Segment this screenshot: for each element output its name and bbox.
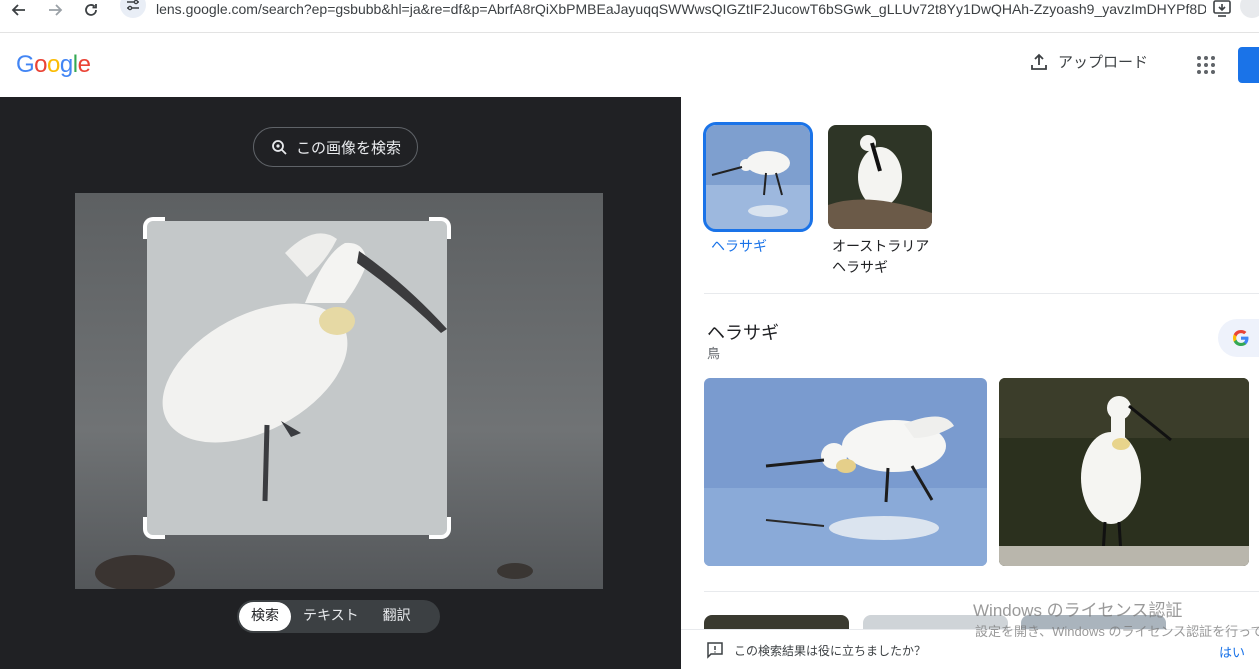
result-thumbnail-royal-spoonbill[interactable] bbox=[828, 125, 932, 229]
search-this-image-button[interactable]: この画像を検索 bbox=[253, 127, 419, 167]
browser-toolbar: lens.google.com/search?ep=gsbubb&hl=ja&r… bbox=[0, 0, 1259, 33]
crop-handle-top-left[interactable] bbox=[143, 217, 165, 239]
arrow-left-icon bbox=[11, 4, 25, 16]
windows-activation-subtitle: 設定を開き、Windows のライセンス認証を行って bbox=[975, 624, 1259, 639]
logo-letter: o bbox=[47, 51, 60, 78]
mode-translate-tab[interactable]: 翻訳 bbox=[371, 602, 423, 631]
entity-title: ヘラサギ bbox=[707, 323, 779, 344]
upload-icon bbox=[1031, 53, 1047, 70]
sign-in-button[interactable] bbox=[1238, 47, 1259, 83]
logo-letter: G bbox=[16, 51, 35, 78]
spoonbill-wading-image bbox=[704, 378, 987, 566]
lens-header: Google アップロード bbox=[0, 33, 1259, 97]
crop-handle-bottom-right[interactable] bbox=[429, 517, 451, 539]
install-app-icon[interactable] bbox=[1212, 0, 1232, 18]
results-pane: ヘラサギ オーストラリアヘラサギ ヘラサギ 鳥 この検索結果は役に立ちましたか？… bbox=[681, 97, 1259, 669]
reload-button[interactable] bbox=[78, 0, 104, 20]
logo-letter: e bbox=[77, 51, 91, 78]
result-thumbnail-spoonbill[interactable] bbox=[703, 122, 813, 232]
arrow-right-icon bbox=[49, 4, 63, 16]
crop-handle-bottom-left[interactable] bbox=[143, 517, 165, 539]
upload-button[interactable]: アップロード bbox=[1030, 51, 1148, 72]
address-bar[interactable]: lens.google.com/search?ep=gsbubb&hl=ja&r… bbox=[156, 0, 1206, 18]
reload-icon bbox=[85, 4, 97, 16]
royal-spoonbill-thumb-image bbox=[828, 125, 932, 229]
entity-subtitle: 鳥 bbox=[707, 347, 721, 362]
upload-label: アップロード bbox=[1058, 53, 1149, 71]
thumbnail-label-spoonbill[interactable]: ヘラサギ bbox=[711, 237, 821, 258]
spoonbill-thumb-image bbox=[706, 125, 810, 229]
apps-grid-icon[interactable] bbox=[1196, 55, 1216, 75]
logo-letter: g bbox=[59, 51, 73, 78]
windows-activation-title: Windows のライセンス認証 bbox=[973, 601, 1183, 620]
crop-handle-top-right[interactable] bbox=[429, 217, 451, 239]
tune-icon bbox=[127, 0, 139, 11]
result-image-2[interactable] bbox=[999, 378, 1249, 566]
google-g-icon bbox=[1233, 330, 1249, 346]
google-search-button[interactable] bbox=[1218, 319, 1259, 357]
feedback-question: この検索結果は役に立ちましたか？ bbox=[734, 644, 927, 658]
back-button[interactable] bbox=[6, 0, 32, 20]
lens-search-icon bbox=[272, 140, 287, 155]
divider bbox=[704, 293, 1259, 294]
result-image-1[interactable] bbox=[704, 378, 987, 566]
image-viewer-pane: この画像を検索 検索 テキスト 翻訳 bbox=[0, 97, 681, 669]
search-this-image-label: この画像を検索 bbox=[296, 138, 402, 157]
mode-switcher: 検索 テキスト 翻訳 bbox=[237, 600, 440, 633]
mode-search-tab[interactable]: 検索 bbox=[239, 602, 291, 631]
site-info-button[interactable] bbox=[120, 0, 146, 18]
mode-text-tab[interactable]: テキスト bbox=[291, 602, 371, 631]
profile-avatar[interactable] bbox=[1240, 0, 1259, 18]
divider bbox=[704, 591, 1259, 592]
forward-button[interactable] bbox=[42, 0, 68, 20]
google-logo[interactable]: Google bbox=[16, 51, 91, 79]
logo-letter: o bbox=[34, 51, 48, 78]
thumbnail-label-royal-spoonbill[interactable]: オーストラリアヘラサギ bbox=[832, 237, 932, 279]
feedback-yes-button[interactable]: はい bbox=[1219, 642, 1245, 661]
feedback-icon bbox=[707, 642, 723, 659]
spoonbill-standing-image bbox=[999, 378, 1249, 566]
